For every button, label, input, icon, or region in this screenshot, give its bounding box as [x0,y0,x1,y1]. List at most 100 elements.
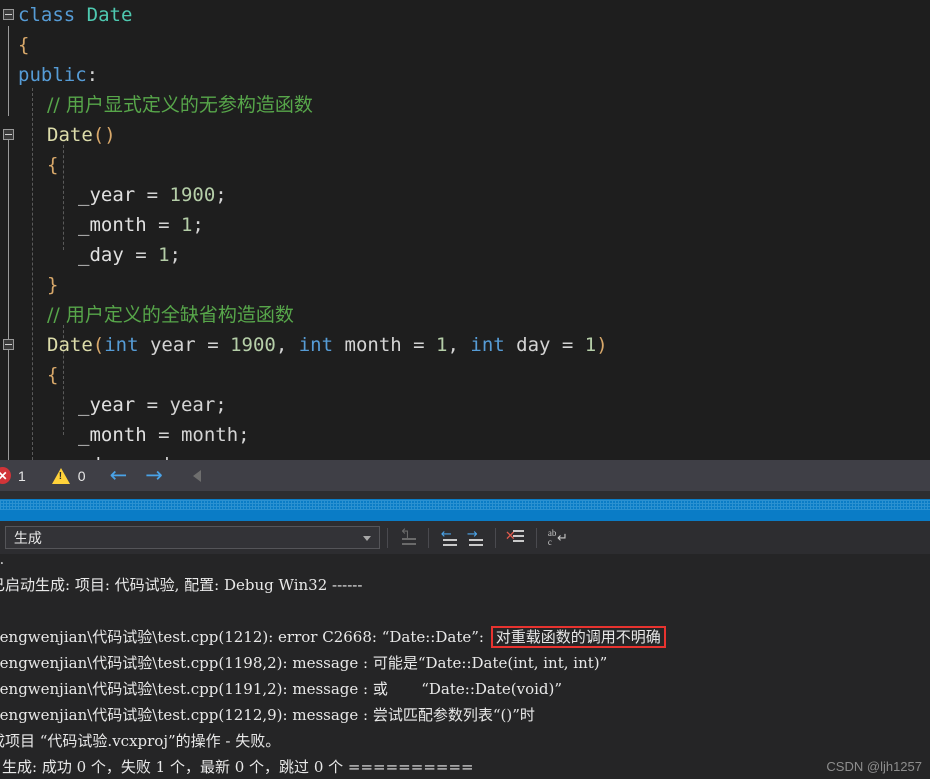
output-line[interactable]: hengwenjian\代码试验\test.cpp(1212): error C… [0,624,930,650]
next-error-icon[interactable]: → [145,465,163,486]
code-token: { [47,364,59,386]
code-token: public [18,64,87,86]
warning-count: 0 [77,467,86,484]
code-token: 1900 [230,334,276,356]
output-line-text: hengwenjian\代码试验\test.cpp(1191,2): messa… [0,680,563,698]
highlighted-error-phrase: 对重载函数的调用不明确 [490,626,666,648]
code-token: 1 [436,334,448,356]
output-line-text: ... [0,554,5,568]
triangle-left-icon[interactable] [192,469,201,482]
code-token: = [550,334,585,356]
code-token: ( [92,334,105,356]
code-line[interactable]: _day = 1; [0,240,930,270]
code-token: = [401,334,437,356]
code-line[interactable]: // 用户显式定义的无参构造函数 [0,90,930,120]
output-line[interactable]: hengwenjian\代码试验\test.cpp(1198,2): messa… [0,650,930,676]
output-line[interactable]: hengwenjian\代码试验\test.cpp(1212,9): messa… [0,702,930,728]
error-status-strip[interactable]: ✕ 1 0 ← → [0,460,930,491]
code-token: _year [78,394,136,416]
output-line[interactable]: 已启动生成: 项目: 代码试验, 配置: Debug Win32 ------ [0,572,930,598]
output-source-value: 生成 [13,529,42,546]
code-token: Date [86,4,133,26]
code-token: = [135,394,170,416]
code-line[interactable]: { [0,150,930,180]
error-count: 1 [18,467,26,484]
code-token: year [138,334,196,356]
code-token: , [275,334,299,356]
output-line-text: 成项目 “代码试验.vcxproj”的操作 - 失败。 [0,732,281,750]
output-line-text: 已启动生成: 项目: 代码试验, 配置: Debug Win32 ------ [0,576,363,594]
output-line[interactable]: hengwenjian\代码试验\test.cpp(1191,2): messa… [0,676,930,702]
code-line[interactable]: public: [0,60,930,90]
next-lines-icon [468,538,483,547]
output-line[interactable]: ... [0,554,930,572]
code-token: // 用户显式定义的无参构造函数 [47,94,313,116]
code-token: ; [238,424,250,446]
code-token: ) [596,334,608,356]
code-token: = [123,244,159,266]
toolbar-separator-1 [386,527,388,548]
watermark-text: CSDN @ljh1257 [826,759,922,774]
fold-collapse-icon[interactable] [3,9,14,20]
clear-all-button[interactable]: ✕ [503,526,529,550]
code-line[interactable]: _year = 1900; [0,180,930,210]
code-line[interactable]: _month = month; [0,420,930,450]
prev-lines-icon [442,538,457,547]
warning-triangle-icon [51,467,70,484]
toolbar-separator-3 [494,527,496,548]
code-token: _month [78,214,147,236]
fold-collapse-icon[interactable] [3,129,14,140]
code-token: int [470,334,505,356]
code-token: { [47,154,59,176]
go-to-source-button[interactable]: ↰ [395,526,421,550]
output-line-text: hengwenjian\代码试验\test.cpp(1212): error C… [0,628,489,646]
code-line[interactable]: } [0,270,930,300]
fold-collapse-icon[interactable] [3,339,14,350]
next-message-button[interactable]: → [462,526,488,550]
code-line[interactable]: _day = day; [0,450,930,460]
code-token: = [146,214,181,236]
code-line[interactable]: // 用户定义的全缺省构造函数 [0,300,930,330]
code-token: = [146,424,181,446]
code-token: ; [192,214,204,236]
code-token: class [18,4,87,26]
code-line[interactable]: Date() [0,120,930,150]
output-pane[interactable]: ... 已启动生成: 项目: 代码试验, 配置: Debug Win32 ----… [0,554,930,779]
code-token: = [135,184,170,206]
code-line[interactable]: { [0,30,930,60]
output-lines-container[interactable]: ... 已启动生成: 项目: 代码试验, 配置: Debug Win32 ----… [0,554,930,779]
output-line[interactable] [0,598,930,624]
output-line[interactable]: 生成: 成功 0 个，失败 1 个，最新 0 个，跳过 0 个 ========… [2,754,930,779]
code-token: _day [78,244,124,266]
code-line[interactable]: { [0,360,930,390]
code-token: : [86,64,99,86]
code-token: month [333,334,402,356]
prev-error-icon[interactable]: ← [110,465,128,486]
word-wrap-arrow-icon: ↵ [556,530,568,546]
code-token: ; [169,244,181,266]
band-dot-pattern [0,500,930,510]
code-token: _year [78,184,136,206]
output-line-text: hengwenjian\代码试验\test.cpp(1212,9): messa… [0,706,535,724]
prev-message-button[interactable]: ← [436,526,462,550]
code-line[interactable]: _year = year; [0,390,930,420]
code-token: () [92,124,116,146]
code-editor[interactable]: class Date{public:// 用户显式定义的无参构造函数 Date()… [0,0,930,460]
code-token: = [195,334,231,356]
code-line[interactable]: class Date [0,0,930,30]
code-line[interactable]: _month = 1; [0,210,930,240]
selection-highlight-band [0,499,930,521]
code-token: year [169,394,216,416]
clear-all-lines-icon [512,529,524,542]
output-line[interactable]: 成项目 “代码试验.vcxproj”的操作 - 失败。 [0,728,930,754]
code-lines-container[interactable]: class Date{public:// 用户显式定义的无参构造函数 Date()… [0,0,930,460]
output-source-dropdown[interactable]: 生成 [4,526,380,549]
code-token: month [180,424,239,446]
code-line[interactable]: Date(int year = 1900, int month = 1, int… [0,330,930,360]
toggle-word-wrap-button[interactable]: ab c ↵ [544,526,570,550]
code-token: } [47,274,59,296]
code-token: Date [47,124,93,146]
output-toolbar[interactable]: : 生成 ↰ ← → ✕ abc ↵ [0,521,930,554]
code-token: { [18,34,30,56]
word-wrap-abc-icon: ab c [547,527,557,547]
